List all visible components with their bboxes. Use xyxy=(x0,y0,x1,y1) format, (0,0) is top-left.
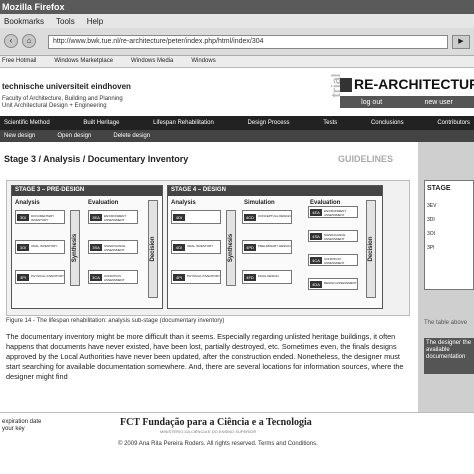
bookmark-item[interactable]: Free Hotmail xyxy=(2,58,36,67)
stage4-title: STAGE 4 – DESIGN xyxy=(168,186,382,196)
main-nav: Scientific Method Built Heritage Lifespa… xyxy=(0,116,474,130)
guidelines-table-head: STAGE xyxy=(427,185,451,192)
stage3-decision-bar: Decision xyxy=(148,200,158,298)
block-4fd[interactable]: 4FD FINAL DESIGN xyxy=(242,270,292,284)
stage3-box: STAGE 3 – PRE-DESIGN Analysis Evaluation… xyxy=(11,185,163,309)
guideline-code[interactable]: 3EV xyxy=(427,199,436,213)
block-3pi[interactable]: 3PI PHYSICAL INVENTORY xyxy=(15,270,65,284)
block-4ea[interactable]: 4EA ENVIRONMENT ASSESSMENT xyxy=(308,206,358,218)
nav-conclusions[interactable]: Conclusions xyxy=(371,120,404,126)
address-bar[interactable]: http://www.bwk.tue.nl/re-architecture/pe… xyxy=(48,35,448,49)
open-design-link[interactable]: Open design xyxy=(57,133,91,139)
nav-design-process[interactable]: Design Process xyxy=(248,120,290,126)
nav-contributors[interactable]: Contributors xyxy=(437,120,470,126)
back-icon[interactable]: ‹ xyxy=(4,34,18,48)
block-4pd[interactable]: 4PD PRELIMINARY DESIGN xyxy=(242,240,292,254)
logo-text: RE-ARCHITECTURE xyxy=(354,76,474,92)
guidelines-heading[interactable]: GUIDELINES xyxy=(338,154,393,164)
block-4ca[interactable]: 4CA CONDITION ASSESSMENT xyxy=(308,254,358,266)
new-user-link[interactable]: new user xyxy=(424,99,452,106)
stage3-evaluation-title: Evaluation xyxy=(88,200,119,206)
guidelines-dark-note: The designer the available documentation xyxy=(424,338,474,374)
expiry-info: expiration date your key xyxy=(2,419,42,432)
page-title: Stage 3 / Analysis / Documentary Invento… xyxy=(4,154,189,164)
bookmarks-toolbar: Free Hotmail Windows Marketplace Windows… xyxy=(0,56,474,68)
block-4da[interactable]: 4DA DESIGN ASSESSMENT xyxy=(308,278,358,290)
logo-mark-icon xyxy=(340,78,352,92)
nav-lifespan-rehabilitation[interactable]: Lifespan Rehabilitation xyxy=(153,120,214,126)
menu-bookmarks[interactable]: Bookmarks xyxy=(4,17,44,28)
window-titlebar: Mozilla Firefox xyxy=(0,0,474,14)
block-3ca[interactable]: 3CA CONDITION ASSESSMENT xyxy=(88,270,138,284)
account-links: log out new user xyxy=(340,96,474,108)
guideline-code[interactable]: 3DI xyxy=(427,213,436,227)
block-3ea[interactable]: 3EA ENVIRONMENT ASSESSMENT xyxy=(88,210,138,224)
block-4cd[interactable]: 4CD CONCEPTUAL DESIGN xyxy=(242,210,292,224)
stage4-box: STAGE 4 – DESIGN Analysis Simulation Eva… xyxy=(167,185,383,309)
block-4sa[interactable]: 4SA SIGNIFICANCE ASSESSMENT xyxy=(308,230,358,242)
main-content: Stage 3 / Analysis / Documentary Invento… xyxy=(0,142,418,412)
fct-subtitle: MINISTÉRIO DA CIÊNCIA E DO ENSINO SUPERI… xyxy=(160,429,257,434)
stage3-title: STAGE 3 – PRE-DESIGN xyxy=(12,186,162,196)
home-icon[interactable]: ⌂ xyxy=(22,34,36,48)
nav-built-heritage[interactable]: Built Heritage xyxy=(83,120,119,126)
navigation-toolbar: ‹ ⌂ http://www.bwk.tue.nl/re-architectur… xyxy=(0,28,474,56)
nav-tests[interactable]: Tests xyxy=(323,120,337,126)
stage4-simulation-title: Simulation xyxy=(244,200,275,206)
block-4oi[interactable]: 4OI ORAL INVENTORY xyxy=(171,240,221,254)
block-4pi[interactable]: 4PI PHYSICAL INVENTORY xyxy=(171,270,221,284)
faculty-text: Faculty of Architecture, Building and Pl… xyxy=(2,96,123,109)
sub-nav: New design Open design Delete design xyxy=(0,130,474,142)
menu-help[interactable]: Help xyxy=(87,17,103,28)
site-header: technische universiteit eindhoven Facult… xyxy=(0,68,474,116)
delete-design-link[interactable]: Delete design xyxy=(113,133,150,139)
stage4-decision-bar: Decision xyxy=(366,200,376,298)
body-paragraph: The documentary inventory might be more … xyxy=(6,332,404,381)
site-logo[interactable]: RE-ARCHITECTURE xyxy=(340,74,474,96)
bookmark-item[interactable]: Windows xyxy=(191,58,215,67)
address-url: http://www.bwk.tue.nl/re-architecture/pe… xyxy=(53,38,264,45)
new-design-link[interactable]: New design xyxy=(4,133,35,139)
fct-logo-text: FCT Fundação para a Ciência e a Tecnolog… xyxy=(120,417,312,428)
guidelines-table: STAGE 3EV 3DI 3OI 3PI xyxy=(424,180,474,290)
stage3-synthesis-bar: Synthesis xyxy=(70,210,80,286)
block-3di[interactable]: 3DI DOCUMENTARY INVENTORY xyxy=(15,210,65,224)
nav-scientific-method[interactable]: Scientific Method xyxy=(4,120,50,126)
bookmark-item[interactable]: Windows Marketplace xyxy=(54,58,113,67)
stage4-analysis-title: Analysis xyxy=(171,200,196,206)
menu-bar: Bookmarks Tools Help xyxy=(0,14,474,28)
university-name: technische universiteit eindhoven xyxy=(2,82,131,91)
go-icon[interactable]: ▶ xyxy=(452,35,470,49)
menu-tools[interactable]: Tools xyxy=(56,17,75,28)
logout-link[interactable]: log out xyxy=(361,99,382,106)
bookmark-item[interactable]: Windows Media xyxy=(131,58,173,67)
guideline-code[interactable]: 3OI xyxy=(427,227,436,241)
stage4-synthesis-bar: Synthesis xyxy=(226,210,236,286)
guideline-code[interactable]: 3PI xyxy=(427,241,436,255)
guidelines-note: The table above xyxy=(424,320,468,326)
block-3oi[interactable]: 3OI ORAL INVENTORY xyxy=(15,240,65,254)
block-3sa[interactable]: 3SA SIGNIFICANCE ASSESSMENT xyxy=(88,240,138,254)
figure-caption: Figure 14 - The lifespan rehabilitation:… xyxy=(6,318,225,324)
window-title: Mozilla Firefox xyxy=(2,2,65,12)
guidelines-panel: STAGE 3EV 3DI 3OI 3PI The table above Th… xyxy=(418,142,474,412)
copyright-text: © 2009 Ana Rita Pereira Roders. All righ… xyxy=(118,441,318,447)
site-footer: expiration date your key FCT Fundação pa… xyxy=(0,412,474,474)
stage3-analysis-title: Analysis xyxy=(15,200,40,206)
block-4di[interactable]: 4DI xyxy=(171,210,221,224)
process-figure: STAGE 3 – PRE-DESIGN Analysis Evaluation… xyxy=(6,180,410,316)
